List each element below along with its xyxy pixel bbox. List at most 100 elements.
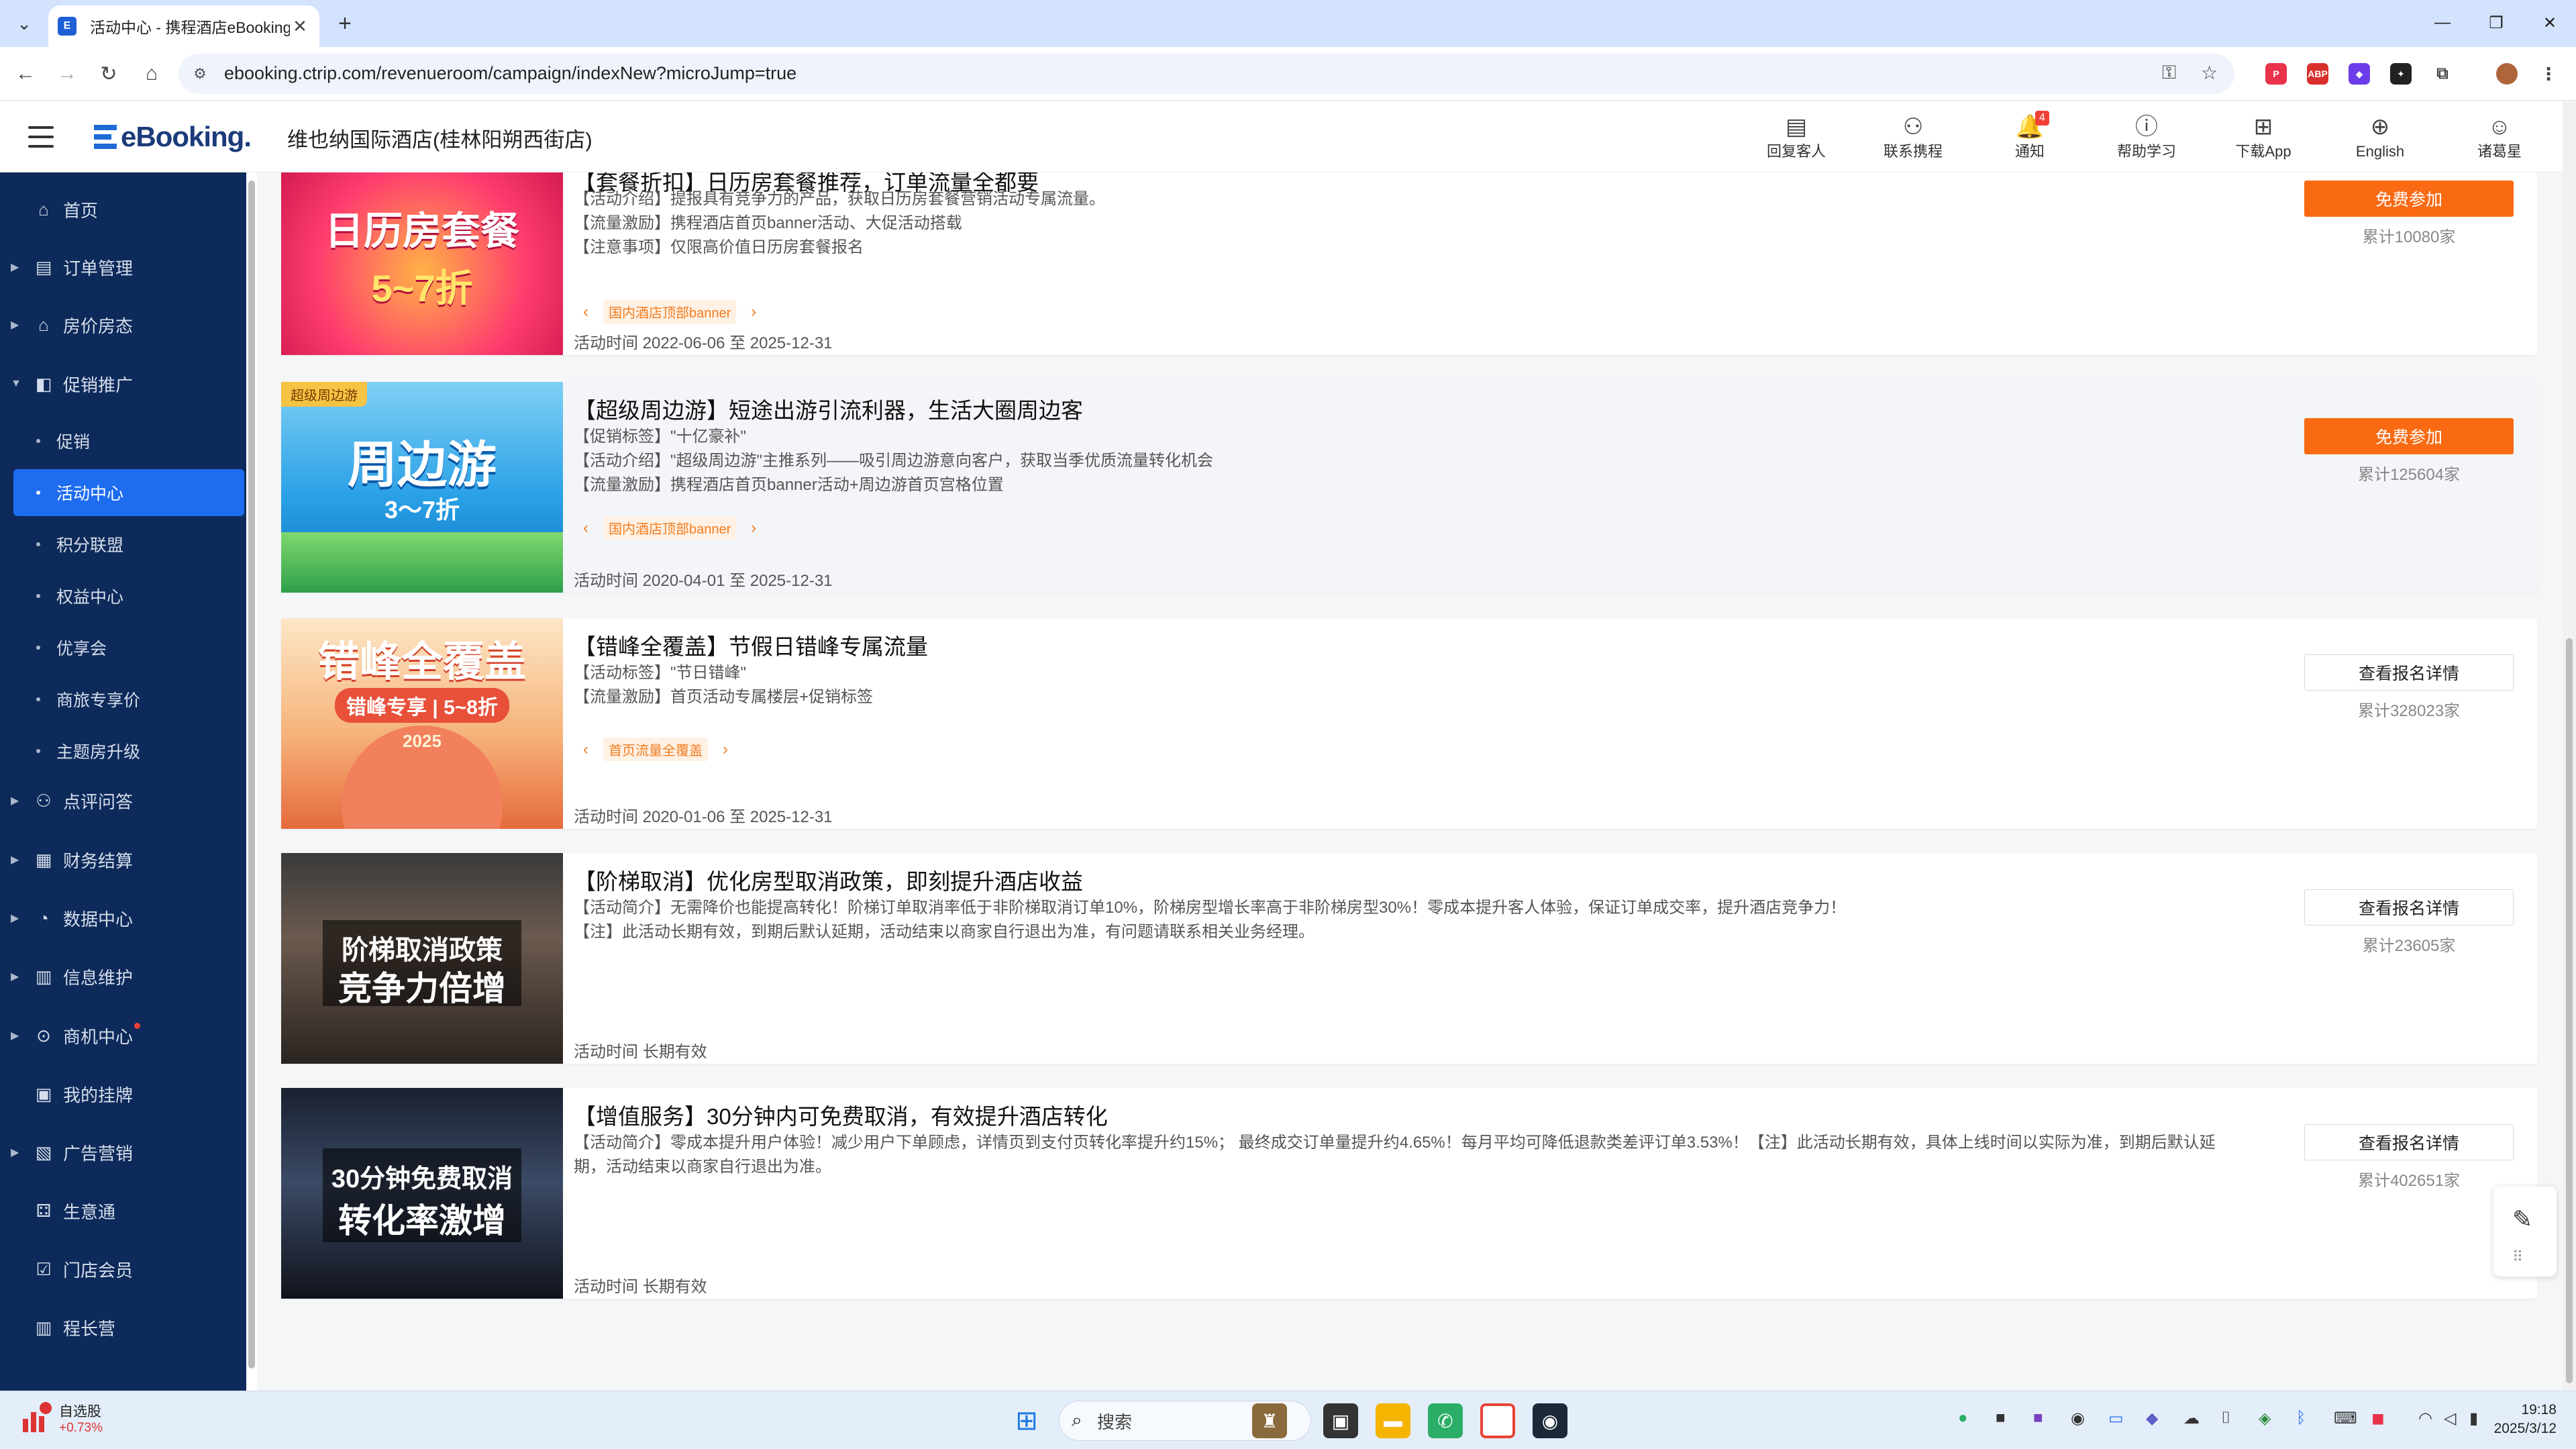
view-signup-details-button[interactable]: 查看报名详情	[2304, 889, 2514, 926]
header-action-contact-person[interactable]: ⚇ 联系携程	[1869, 112, 1957, 162]
wifi-icon[interactable]: ◠	[2418, 1409, 2432, 1428]
hotel-name[interactable]: 维也纳国际酒店(桂林阳朔西街店)	[287, 123, 593, 153]
view-signup-details-button[interactable]: 查看报名详情	[2304, 654, 2514, 691]
page-scrollbar-thumb[interactable]	[2566, 638, 2573, 1383]
profile-avatar[interactable]	[2496, 63, 2518, 85]
file-explorer-icon[interactable]: ▬	[1376, 1403, 1410, 1438]
campaign-banner-image[interactable]: 阶梯取消政策 竞争力倍增	[281, 853, 563, 1064]
drag-handle-icon[interactable]: ⠿	[2512, 1248, 2524, 1266]
sidebar-item-0[interactable]: ⌂ 首页	[0, 186, 246, 233]
window-close-icon[interactable]: ✕	[2530, 7, 2570, 39]
stock-widget[interactable]: 自选股 +0.73%	[19, 1401, 103, 1436]
header-action-user[interactable]: ☺ 诸葛星	[2456, 112, 2543, 162]
maximize-icon[interactable]: ❐	[2476, 7, 2516, 39]
sidebar-item-15[interactable]: ▶ ⊙ 商机中心	[0, 1012, 246, 1059]
sidebar-item-20[interactable]: ▥ 程长营	[0, 1304, 246, 1351]
reload-icon[interactable]: ↻	[94, 59, 123, 89]
chevron-left-icon[interactable]: ‹	[574, 303, 598, 321]
sidebar-item-4[interactable]: 促销	[0, 417, 246, 464]
campaign-title[interactable]: 【错峰全覆盖】节假日错峰专属流量	[574, 629, 928, 661]
campaign-banner-image[interactable]: 日历房套餐 5~7折	[281, 172, 563, 355]
address-bar[interactable]: ⚙ ebooking.ctrip.com/revenueroom/campaig…	[178, 54, 2234, 94]
password-key-icon[interactable]: ⚿	[2162, 62, 2176, 84]
home-icon[interactable]: ⌂	[137, 59, 166, 89]
adblock-extension-icon[interactable]: ABP	[2307, 63, 2328, 85]
site-settings-icon[interactable]: ⚙	[189, 63, 211, 85]
join-free-button[interactable]: 免费参加	[2304, 181, 2514, 217]
ebooking-logo[interactable]: eBooking.	[94, 119, 252, 155]
wechat-icon[interactable]: ✆	[1428, 1403, 1463, 1438]
campaign-title[interactable]: 【阶梯取消】优化房型取消政策，即刻提升酒店收益	[574, 864, 1083, 896]
tray-wechat-icon[interactable]: ●	[1958, 1409, 1968, 1428]
header-action-message-reply[interactable]: ▤ 回复客人	[1753, 112, 1840, 162]
sidebar-item-14[interactable]: ▶ ▥ 信息维护	[0, 953, 246, 1000]
sidebar-item-19[interactable]: ☑ 门店会员	[0, 1246, 246, 1293]
tray-security-icon[interactable]: ◈	[2259, 1409, 2271, 1428]
volume-icon[interactable]: ◁	[2444, 1409, 2456, 1428]
sidebar-item-9[interactable]: 商旅专享价	[0, 676, 246, 723]
sidebar-item-16[interactable]: ▣ 我的挂牌	[0, 1070, 246, 1117]
sidebar-item-10[interactable]: 主题房升级	[0, 728, 246, 775]
chevron-right-icon[interactable]: ›	[741, 303, 766, 321]
chevron-right-icon[interactable]: ›	[741, 519, 766, 538]
header-action-bell[interactable]: 🔔 4 通知	[1986, 111, 2073, 162]
bookmark-star-icon[interactable]: ☆	[2201, 62, 2218, 84]
windows-start-icon[interactable]: ⊞	[1009, 1403, 1044, 1438]
campaign-title[interactable]: 【超级周边游】短途出游引流利器，生活大圈周边客	[574, 393, 1083, 425]
tray-app-icon[interactable]: ◼	[2371, 1409, 2385, 1428]
header-action-globe[interactable]: ⊕ English	[2336, 112, 2424, 162]
sidebar-item-8[interactable]: 优享会	[0, 624, 246, 671]
tray-monitor-icon[interactable]: ▭	[2108, 1409, 2124, 1428]
sidebar-item-1[interactable]: ▶ ▤ 订单管理	[0, 244, 246, 291]
sidebar-item-18[interactable]: ⚃ 生意通	[0, 1187, 246, 1234]
browser-menu-icon[interactable]: ⋮	[2538, 63, 2559, 85]
tray-usb-icon[interactable]: ⌷	[2221, 1409, 2230, 1428]
taskbar-clock[interactable]: 19:18 2025/3/12	[2483, 1401, 2557, 1438]
chrome-icon[interactable]	[1480, 1403, 1515, 1438]
page-scrollbar[interactable]	[2563, 101, 2576, 1391]
tray-nvidia-icon[interactable]: ■	[1996, 1409, 2006, 1428]
tray-onenote-icon[interactable]: ■	[2033, 1409, 2043, 1428]
minimize-icon[interactable]: —	[2422, 7, 2463, 39]
sidebar-item-13[interactable]: ▶ ◔ 数据中心	[0, 895, 246, 942]
sidebar-scrollbar-thumb[interactable]	[248, 181, 255, 1368]
header-action-help[interactable]: ⓘ 帮助学习	[2103, 112, 2190, 162]
campaign-title[interactable]: 【增值服务】30分钟内可免费取消，有效提升酒店转化	[574, 1099, 1108, 1131]
sidebar-item-7[interactable]: 权益中心	[0, 572, 246, 619]
sidebar-item-3[interactable]: ▼ ◧ 促销推广	[0, 360, 246, 407]
campaign-banner-image[interactable]: 超级周边游 周边游 3～7折	[281, 382, 563, 593]
chevron-left-icon[interactable]: ‹	[574, 519, 598, 538]
view-signup-details-button[interactable]: 查看报名详情	[2304, 1124, 2514, 1160]
new-tab-button[interactable]: +	[330, 9, 360, 38]
campaign-banner-image[interactable]: 30分钟免费取消 转化率激增	[281, 1088, 563, 1299]
sidebar-item-12[interactable]: ▶ ▦ 财务结算	[0, 836, 246, 883]
sidebar-item-17[interactable]: ▶ ▧ 广告营销	[0, 1129, 246, 1176]
forward-icon[interactable]: →	[52, 59, 82, 89]
tab-close-icon[interactable]: ✕	[290, 16, 310, 37]
chevron-left-icon[interactable]: ‹	[574, 740, 598, 759]
notes-edit-icon[interactable]: ✎	[2512, 1205, 2532, 1234]
pocket-extension-icon[interactable]: P	[2265, 63, 2287, 85]
tab-search-dropdown-icon[interactable]: ⌄	[9, 9, 39, 38]
tray-bluetooth-icon[interactable]: ᛒ	[2296, 1409, 2306, 1428]
sidebar-item-2[interactable]: ▶ ⌂ 房价房态	[0, 301, 246, 348]
sidebar-item-5[interactable]: 活动中心	[13, 469, 244, 516]
tray-teams-icon[interactable]: ◆	[2146, 1409, 2158, 1428]
sidebar-scrollbar[interactable]	[246, 172, 257, 1391]
sidebar-item-11[interactable]: ▶ ⚇ 点评问答	[0, 777, 246, 824]
tray-steam-icon[interactable]: ◉	[2071, 1409, 2085, 1428]
extensions-puzzle-icon[interactable]: ⧉	[2432, 63, 2453, 85]
extension-purple-icon[interactable]: ◆	[2349, 63, 2370, 85]
campaign-banner-image[interactable]: 错峰全覆盖 错峰专享 | 5~8折 2025	[281, 618, 563, 829]
floating-tool-panel[interactable]: ✎ ⠿	[2493, 1187, 2557, 1277]
tray-cloud-icon[interactable]: ☁	[2183, 1409, 2200, 1428]
extension-dark-icon[interactable]: ✦	[2390, 63, 2412, 85]
url-text[interactable]: ebooking.ctrip.com/revenueroom/campaign/…	[224, 63, 796, 84]
game-app-icon[interactable]: ♜	[1252, 1403, 1287, 1438]
task-view-icon[interactable]: ▣	[1323, 1403, 1358, 1438]
menu-toggle-icon[interactable]	[28, 126, 54, 148]
steam-icon[interactable]: ◉	[1533, 1403, 1567, 1438]
tray-input-icon[interactable]: ⌨	[2334, 1409, 2357, 1428]
header-action-app-grid[interactable]: ⊞ 下载App	[2220, 112, 2307, 162]
browser-tab[interactable]: E 活动中心 - 携程酒店eBooking ✕	[48, 5, 319, 47]
